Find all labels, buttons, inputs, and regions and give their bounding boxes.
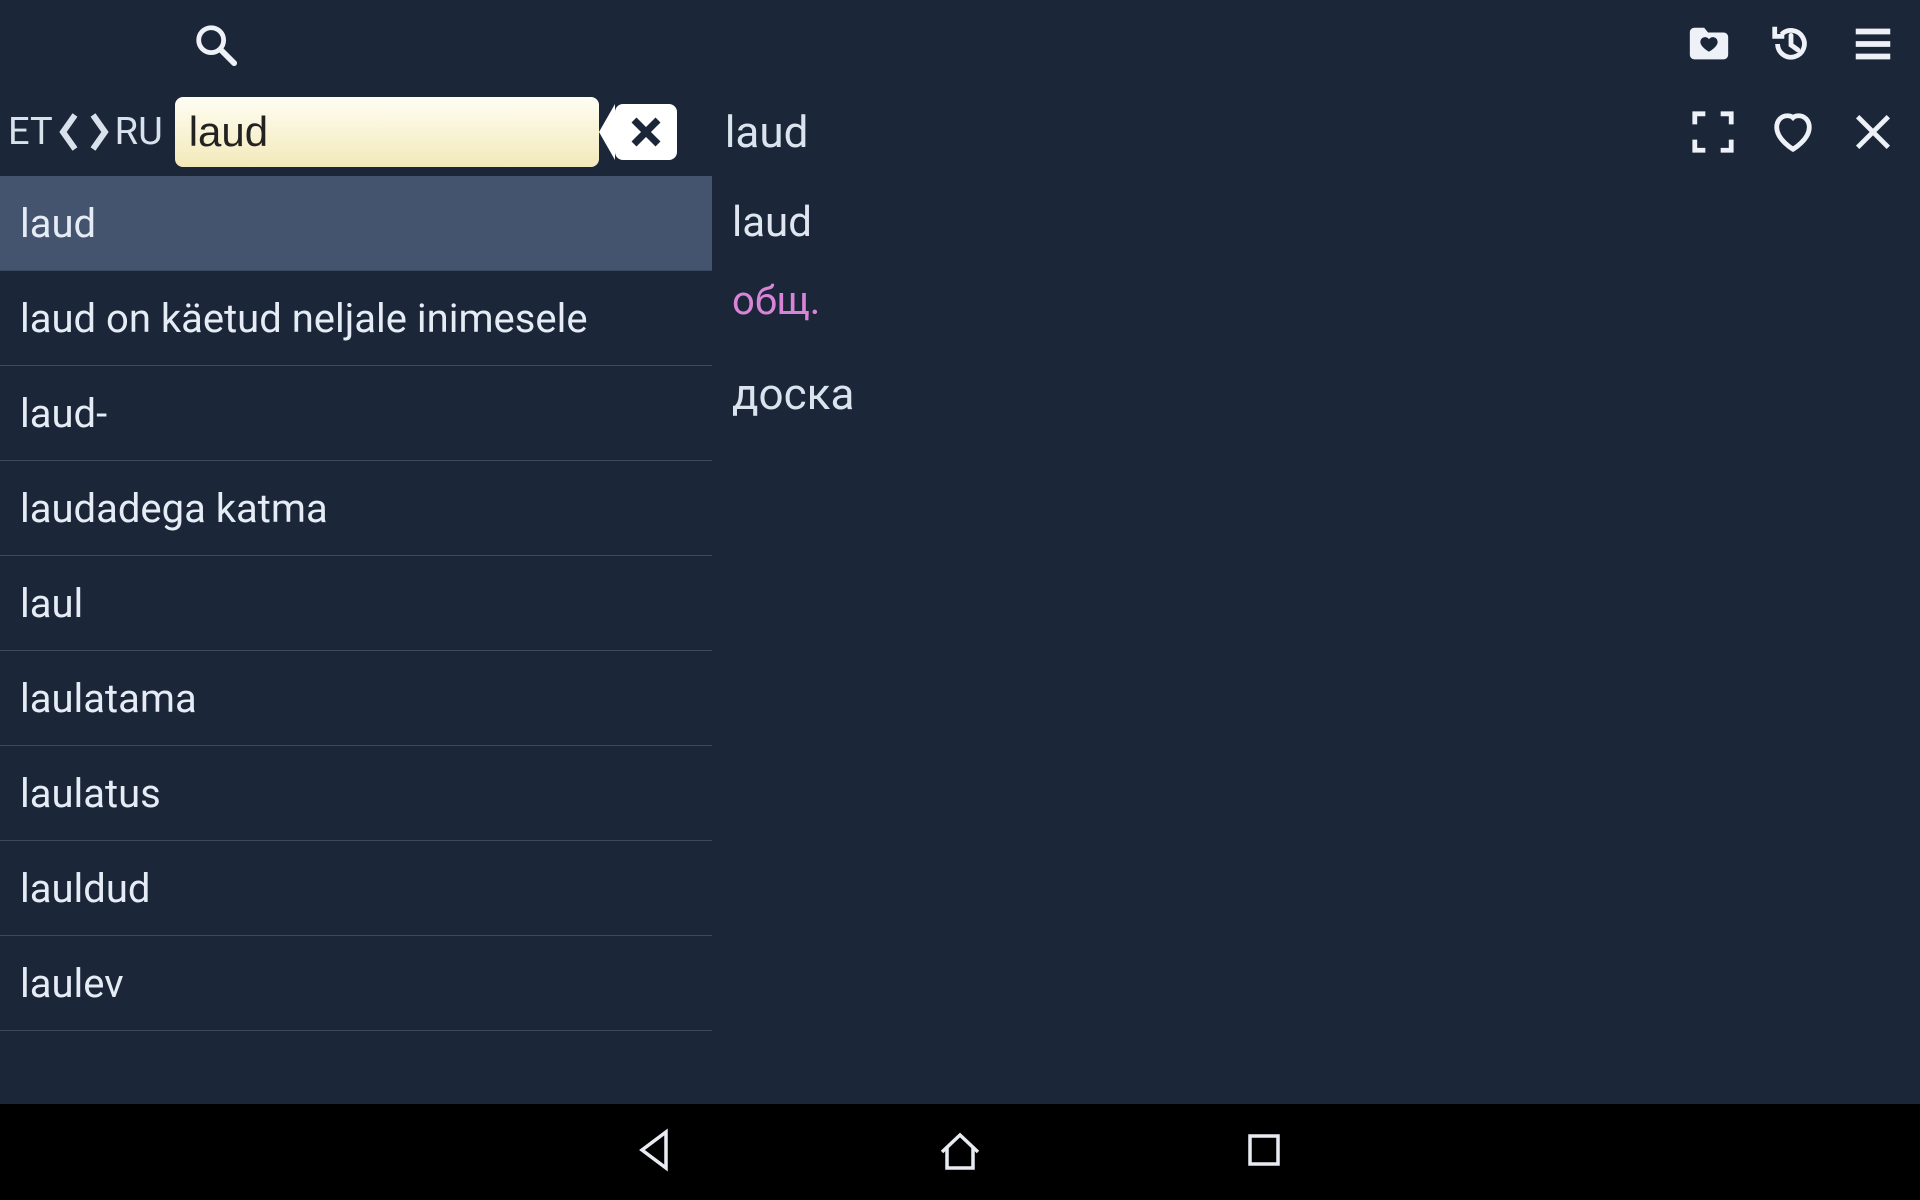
headword-title: laud xyxy=(725,106,809,158)
list-item[interactable]: lauldud xyxy=(0,841,712,936)
favorite-icon[interactable] xyxy=(1764,103,1822,161)
list-item[interactable]: laulatama xyxy=(0,651,712,746)
top-toolbar xyxy=(0,0,1920,88)
definition-tag: общ. xyxy=(732,277,1900,324)
definition-head: laud xyxy=(732,198,1900,247)
clear-input-button[interactable] xyxy=(615,104,677,160)
menu-icon[interactable] xyxy=(1844,15,1902,73)
fullscreen-icon[interactable] xyxy=(1684,103,1742,161)
list-item[interactable]: laud on käetud neljale inimesele xyxy=(0,271,712,366)
favorites-folder-icon[interactable] xyxy=(1680,15,1738,73)
results-list: laudlaud on käetud neljale inimeselelaud… xyxy=(0,176,712,1104)
search-input[interactable] xyxy=(189,108,585,156)
definition-body: доска xyxy=(732,368,1900,420)
list-item[interactable]: laul xyxy=(0,556,712,651)
list-item[interactable]: laudadega katma xyxy=(0,461,712,556)
history-icon[interactable] xyxy=(1762,15,1820,73)
close-icon[interactable] xyxy=(1844,103,1902,161)
search-icon[interactable] xyxy=(186,15,244,73)
list-item[interactable]: laud xyxy=(0,176,712,271)
lang-from: ET xyxy=(8,110,53,154)
chevron-left-icon xyxy=(55,111,83,153)
definition-pane: laud общ. доска xyxy=(712,176,1920,1104)
nav-home-icon[interactable] xyxy=(938,1128,982,1176)
search-input-wrap xyxy=(175,97,599,167)
list-item[interactable]: laud- xyxy=(0,366,712,461)
language-switch[interactable]: ET RU xyxy=(6,110,165,154)
nav-recent-icon[interactable] xyxy=(1242,1128,1286,1176)
nav-back-icon[interactable] xyxy=(634,1128,678,1176)
list-item[interactable]: laulatus xyxy=(0,746,712,841)
list-item[interactable]: laulev xyxy=(0,936,712,1031)
search-bar: ET RU laud xyxy=(0,88,1920,176)
lang-to: RU xyxy=(115,110,163,154)
android-nav-bar xyxy=(0,1104,1920,1200)
chevron-right-icon xyxy=(85,111,113,153)
